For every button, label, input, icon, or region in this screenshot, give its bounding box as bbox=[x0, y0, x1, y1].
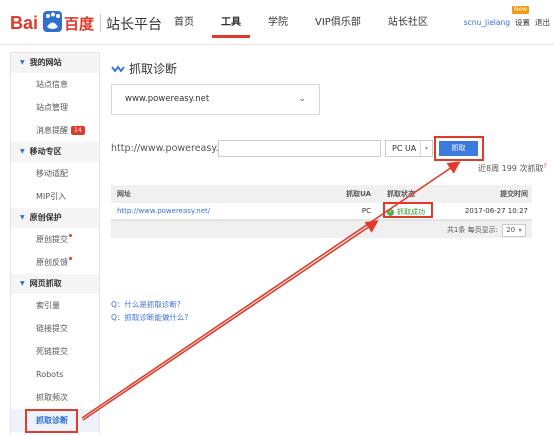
table-header: 网址 抓取UA 抓取状态 提交时间 bbox=[111, 185, 532, 203]
sidebar-item-crawl-frequency[interactable]: 抓取频次 bbox=[11, 386, 99, 409]
fetch-button-highlight: 抓取 bbox=[434, 136, 484, 161]
logout-link[interactable]: 退出 bbox=[535, 17, 550, 28]
sidebar-item-deadlink-submit[interactable]: 死链提交 bbox=[11, 340, 99, 363]
page-size-select[interactable]: 20 ▼ bbox=[502, 224, 526, 237]
sidebar-item-original-feedback[interactable]: 原创反馈 bbox=[11, 251, 99, 274]
pagination-summary: 共1条 每页显示: bbox=[446, 226, 498, 234]
page-title: 抓取诊断 bbox=[111, 60, 177, 77]
sidebar-item-link-submit[interactable]: 链接提交 bbox=[11, 317, 99, 340]
sidebar-group-label: 网页抓取 bbox=[29, 279, 62, 288]
sidebar-item-site-info[interactable]: 站点信息 bbox=[11, 73, 99, 96]
sidebar-item-label: 死链提交 bbox=[36, 347, 68, 356]
help-link-what-is[interactable]: Q：什么是抓取诊断? bbox=[111, 299, 181, 310]
chevron-down-icon: ▾ bbox=[420, 141, 432, 156]
username-link[interactable]: scnu_jielang bbox=[464, 18, 510, 27]
sidebar-item-messages[interactable]: 消息提醒 14 bbox=[11, 119, 99, 142]
message-count-badge: 14 bbox=[71, 126, 85, 135]
recent-crawl-count: 近8周 199 次抓取? bbox=[478, 163, 547, 174]
triangle-down-icon: ▼ bbox=[20, 280, 25, 287]
row-ua: PC bbox=[361, 207, 371, 215]
sidebar-item-index[interactable]: 索引量 bbox=[11, 294, 99, 317]
sidebar-item-original-submit[interactable]: 原创提交 bbox=[11, 228, 99, 251]
sidebar-item-label: 站点信息 bbox=[36, 80, 68, 89]
column-header-url: 网址 bbox=[117, 190, 131, 198]
new-badge: New bbox=[512, 6, 530, 14]
site-select-dropdown[interactable]: www.powereasy.net ⌄ bbox=[111, 84, 320, 115]
sidebar-item-label: 原创反馈 bbox=[36, 258, 68, 267]
nav-tools[interactable]: 工具 bbox=[212, 0, 250, 45]
row-url-link[interactable]: http://www.powereasy.net/ bbox=[111, 203, 327, 219]
sidebar-item-label: Robots bbox=[36, 370, 64, 379]
sidebar-item-robots[interactable]: Robots bbox=[11, 363, 99, 386]
sidebar-highlight-box bbox=[25, 409, 78, 433]
column-header-ua: 抓取UA bbox=[346, 190, 371, 198]
url-path-input[interactable] bbox=[218, 140, 381, 157]
fetch-button[interactable]: 抓取 bbox=[439, 141, 478, 156]
crawl-results-table: 网址 抓取UA 抓取状态 提交时间 http://www.powereasy.n… bbox=[111, 185, 532, 238]
triangle-down-icon: ▼ bbox=[20, 214, 25, 221]
sidebar-item-label: 消息提醒 bbox=[36, 126, 68, 135]
help-link-what-can[interactable]: Q：抓取诊断能做什么? bbox=[111, 312, 188, 323]
svg-text:百度: 百度 bbox=[64, 15, 95, 33]
ua-select-dropdown[interactable]: PC UA ▾ bbox=[385, 140, 433, 157]
ua-select-value: PC UA bbox=[392, 144, 417, 153]
sidebar-item-label: MIP引入 bbox=[36, 192, 67, 201]
status-highlight-box bbox=[383, 202, 433, 218]
sidebar-group-mobile[interactable]: ▼ 移动专区 bbox=[11, 142, 99, 162]
sidebar-item-label: 抓取频次 bbox=[36, 393, 68, 402]
sidebar-group-my-sites[interactable]: ▼ 我的网站 bbox=[11, 53, 99, 73]
new-dot bbox=[69, 257, 72, 260]
sidebar-group-label: 我的网站 bbox=[29, 58, 62, 67]
row-time: 2017-06-27 10:27 bbox=[464, 207, 528, 215]
chevron-down-icon: ▼ bbox=[518, 228, 522, 234]
sidebar-item-label: 站点管理 bbox=[36, 103, 68, 112]
sidebar-item-mobile-adapt[interactable]: 移动适配 bbox=[11, 162, 99, 185]
wave-icon bbox=[111, 65, 125, 72]
sidebar-group-original[interactable]: ▼ 原创保护 bbox=[11, 208, 99, 228]
triangle-down-icon: ▼ bbox=[20, 148, 25, 155]
sidebar-group-label: 移动专区 bbox=[29, 147, 62, 156]
column-header-status: 抓取状态 bbox=[387, 190, 415, 198]
logo-separator bbox=[100, 14, 101, 32]
nav-home[interactable]: 首页 bbox=[174, 0, 194, 45]
site-select-value: www.powereasy.net bbox=[125, 94, 210, 104]
baidu-logo[interactable]: Bai 百度 bbox=[10, 10, 96, 34]
nav-academy[interactable]: 学院 bbox=[268, 0, 288, 45]
user-area: scnu_jielang 设置 退出 bbox=[464, 17, 550, 28]
column-header-time: 提交时间 bbox=[500, 190, 528, 198]
table-footer: 共1条 每页显示: 20 ▼ bbox=[111, 220, 532, 238]
sidebar-group-label: 原创保护 bbox=[29, 213, 62, 222]
sidebar-group-crawl[interactable]: ▼ 网页抓取 bbox=[11, 274, 99, 294]
sidebar-item-mip[interactable]: MIP引入 bbox=[11, 185, 99, 208]
page-size-value: 20 bbox=[506, 226, 516, 234]
sidebar-item-label: 链接提交 bbox=[36, 324, 68, 333]
new-dot bbox=[69, 234, 72, 237]
top-header: Bai 百度 站长平台 首页 工具 学院 VIP俱乐部 站长社区 New scn… bbox=[0, 0, 554, 45]
sidebar-item-label: 原创提交 bbox=[36, 235, 68, 244]
sidebar-item-label: 移动适配 bbox=[36, 169, 68, 178]
recent-crawl-count-text: 近8周 199 次抓取 bbox=[478, 164, 544, 173]
main-nav: 首页 工具 学院 VIP俱乐部 站长社区 bbox=[174, 0, 455, 45]
site-title: 站长平台 bbox=[106, 17, 162, 33]
sidebar-item-site-manage[interactable]: 站点管理 bbox=[11, 96, 99, 119]
table-row: http://www.powereasy.net/ PC ✓ 抓取成功 2017… bbox=[111, 203, 532, 220]
sidebar-item-label: 索引量 bbox=[36, 301, 60, 310]
chevron-down-icon: ⌄ bbox=[298, 94, 306, 104]
nav-vip-club[interactable]: VIP俱乐部 bbox=[315, 0, 361, 45]
question-icon[interactable]: ? bbox=[543, 163, 546, 170]
page-title-text: 抓取诊断 bbox=[129, 62, 178, 76]
sidebar: ▼ 我的网站 站点信息 站点管理 消息提醒 14 ▼ 移动专区 移动适配 MIP引… bbox=[10, 52, 100, 435]
triangle-down-icon: ▼ bbox=[20, 59, 25, 66]
settings-link[interactable]: 设置 bbox=[515, 17, 530, 28]
nav-community[interactable]: 站长社区 bbox=[388, 0, 428, 45]
svg-text:Bai: Bai bbox=[10, 13, 38, 33]
